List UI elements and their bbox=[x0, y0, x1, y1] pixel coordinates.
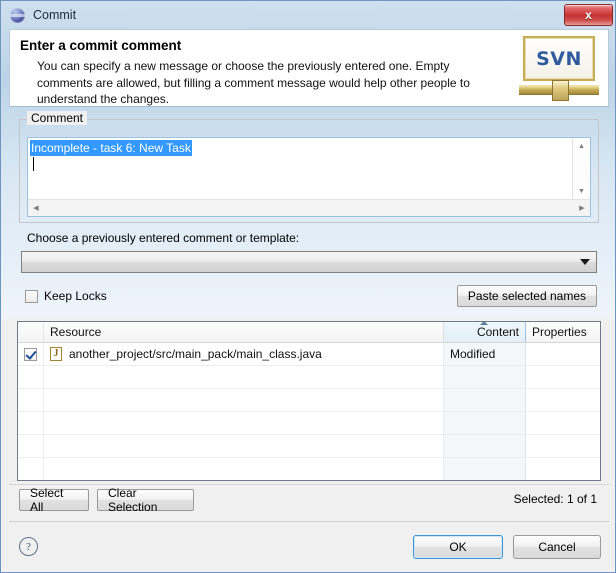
header-description: You can specify a new message or choose … bbox=[37, 59, 470, 106]
eclipse-globe-icon bbox=[10, 7, 25, 23]
text-caret bbox=[33, 157, 34, 171]
table-header-row: Resource Content Properties bbox=[18, 322, 600, 343]
dialog-header: Enter a commit comment You can specify a… bbox=[9, 29, 609, 107]
empty-cell bbox=[444, 458, 526, 480]
empty-cell bbox=[44, 412, 444, 434]
template-dropdown[interactable] bbox=[21, 251, 597, 273]
table-empty-row bbox=[18, 389, 600, 412]
table-row[interactable]: another_project/src/main_pack/main_class… bbox=[18, 343, 600, 366]
comment-vertical-scrollbar[interactable]: ▲ ▼ bbox=[572, 138, 590, 200]
empty-cell bbox=[18, 366, 44, 388]
empty-cell bbox=[526, 366, 600, 388]
empty-cell bbox=[526, 412, 600, 434]
help-icon[interactable]: ? bbox=[19, 537, 38, 556]
column-header-content-label: Content bbox=[476, 325, 519, 339]
row-checkbox[interactable] bbox=[18, 343, 44, 365]
empty-cell bbox=[526, 458, 600, 480]
table-empty-row bbox=[18, 435, 600, 458]
column-header-checkbox[interactable] bbox=[18, 322, 44, 342]
resource-table[interactable]: Resource Content Properties another_proj… bbox=[17, 321, 601, 481]
empty-cell bbox=[44, 366, 444, 388]
comment-group-label: Comment bbox=[27, 111, 88, 125]
svn-logo-clasp bbox=[552, 80, 569, 101]
scroll-left-icon[interactable]: ◀ bbox=[28, 200, 44, 216]
empty-cell bbox=[444, 412, 526, 434]
row-content-status: Modified bbox=[444, 343, 526, 365]
row-properties-status bbox=[526, 343, 600, 365]
paste-selected-names-button[interactable]: Paste selected names bbox=[456, 285, 597, 307]
close-icon[interactable]: x bbox=[564, 4, 613, 26]
row-resource-path: another_project/src/main_pack/main_class… bbox=[69, 347, 322, 361]
empty-cell bbox=[444, 435, 526, 457]
title-bar: Commit x bbox=[1, 1, 616, 29]
row-resource-cell: another_project/src/main_pack/main_class… bbox=[44, 343, 444, 365]
checkbox-box bbox=[24, 347, 37, 361]
select-all-button[interactable]: Select All bbox=[19, 486, 89, 514]
empty-cell bbox=[526, 389, 600, 411]
column-header-content[interactable]: Content bbox=[444, 322, 526, 342]
header-title: Enter a commit comment bbox=[20, 38, 182, 53]
keep-locks-checkbox[interactable]: Keep Locks bbox=[19, 289, 107, 303]
comment-input[interactable]: Incomplete - task 6: New Task ▲ ▼ ◀ ▶ bbox=[27, 137, 591, 217]
empty-cell bbox=[444, 389, 526, 411]
checkbox-box bbox=[25, 289, 38, 303]
empty-cell bbox=[18, 435, 44, 457]
table-empty-row bbox=[18, 458, 600, 480]
table-empty-row bbox=[18, 412, 600, 435]
commit-dialog-window: Commit x Enter a commit comment You can … bbox=[0, 0, 616, 573]
ok-button[interactable]: OK bbox=[413, 535, 503, 559]
comment-text-area[interactable]: Incomplete - task 6: New Task bbox=[28, 138, 575, 202]
empty-cell bbox=[526, 435, 600, 457]
scroll-up-icon[interactable]: ▲ bbox=[573, 138, 590, 155]
chevron-down-icon bbox=[580, 259, 590, 265]
sort-ascending-icon bbox=[479, 322, 488, 325]
empty-cell bbox=[18, 389, 44, 411]
column-header-properties[interactable]: Properties bbox=[526, 322, 600, 342]
selected-count-label: Selected: 1 of 1 bbox=[513, 492, 597, 506]
divider bbox=[9, 484, 609, 485]
empty-cell bbox=[18, 458, 44, 480]
comment-horizontal-scrollbar[interactable]: ◀ ▶ bbox=[28, 199, 590, 216]
empty-cell bbox=[444, 366, 526, 388]
window-title: Commit bbox=[33, 8, 77, 22]
svn-logo-plate: SVN bbox=[523, 36, 595, 81]
empty-cell bbox=[44, 389, 444, 411]
template-label: Choose a previously entered comment or t… bbox=[27, 231, 300, 245]
clear-selection-button[interactable]: Clear Selection bbox=[97, 486, 194, 514]
column-header-resource[interactable]: Resource bbox=[44, 322, 444, 342]
keep-locks-label: Keep Locks bbox=[44, 289, 107, 303]
empty-cell bbox=[18, 412, 44, 434]
scroll-down-icon[interactable]: ▼ bbox=[573, 183, 590, 200]
svn-logo-icon: SVN bbox=[519, 36, 599, 101]
scroll-right-icon[interactable]: ▶ bbox=[574, 200, 590, 216]
comment-value: Incomplete - task 6: New Task bbox=[30, 140, 192, 156]
java-file-icon bbox=[50, 346, 62, 361]
table-empty-row bbox=[18, 366, 600, 389]
svn-logo-text: SVN bbox=[536, 47, 582, 70]
divider bbox=[9, 521, 609, 522]
cancel-button[interactable]: Cancel bbox=[513, 535, 601, 559]
empty-cell bbox=[44, 435, 444, 457]
empty-cell bbox=[44, 458, 444, 480]
